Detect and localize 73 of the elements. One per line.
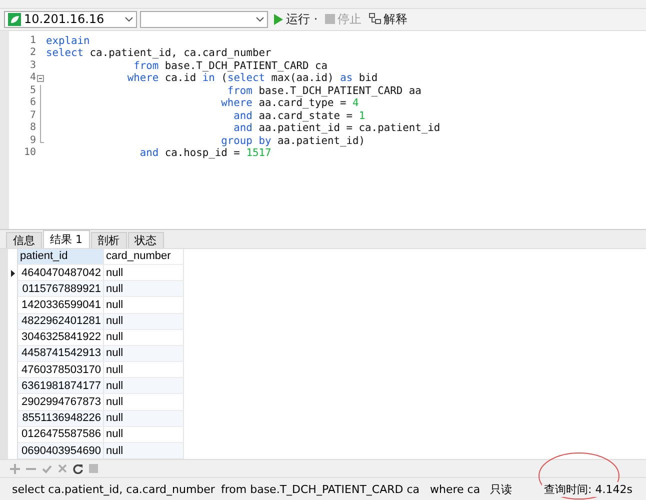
column-header[interactable]: patient_id [18, 248, 104, 265]
table-cell: null [104, 443, 184, 460]
result-tab[interactable]: 信息 [6, 232, 42, 248]
line-number: 7 [28, 110, 36, 122]
table-cell: 2902994767873 [18, 394, 104, 411]
close-icon[interactable] [58, 464, 67, 474]
check-icon[interactable] [42, 464, 52, 474]
status-text: from base.T_DCH_PATIENT_CARD ca [221, 482, 421, 496]
line-number: 2 [28, 47, 36, 60]
table-cell: null [104, 410, 184, 427]
table-cell: null [104, 346, 184, 362]
table-cell: 0126475587586 [18, 426, 104, 444]
code-line: and aa.patient_id = ca.patient_id [232, 122, 440, 135]
line-number: 8 [28, 122, 36, 135]
code-line: select ca.patient_id, ca.card_number [46, 47, 272, 60]
line-number: 9 [28, 134, 36, 148]
play-icon [273, 14, 283, 25]
table-cell: 8551136948226 [18, 410, 104, 427]
table-cell: 0690403954690 [18, 443, 104, 460]
connection-dropdown[interactable]: 10.201.16.16 [4, 10, 137, 28]
table-cell: 6361981874177 [18, 378, 104, 394]
current-row-icon [10, 270, 14, 277]
table-cell: 4640470487042 [18, 264, 104, 282]
refresh-icon[interactable] [73, 464, 83, 474]
line-number: 1 [28, 34, 36, 48]
table-cell: 0115767889921 [18, 281, 104, 298]
table-cell: 4458741542913 [18, 346, 104, 362]
table-cell: null [104, 426, 184, 444]
result-tab[interactable]: 结果 1 [43, 230, 90, 248]
table-cell: 4822962401281 [18, 314, 104, 330]
result-tab[interactable]: 状态 [128, 232, 164, 248]
code-line: and aa.card_state = 1 [232, 110, 366, 122]
table-cell: null [104, 330, 184, 346]
caret-icon [256, 16, 264, 22]
code-line: from base.T_DCH_PATIENT_CARD aa [226, 84, 422, 98]
line-number: 10 [22, 147, 36, 160]
explain-icon [368, 13, 381, 26]
code-line: from base.T_DCH_PATIENT_CARD ca [132, 60, 329, 72]
table-cell: null [104, 264, 184, 282]
table-cell: null [104, 314, 184, 330]
line-number: 3 [28, 60, 36, 72]
explain-button[interactable]: 解释 [366, 10, 410, 28]
line-number: 6 [28, 97, 36, 110]
table-cell: null [104, 378, 184, 394]
column-header[interactable]: card_number [104, 248, 184, 265]
stop-icon[interactable] [89, 464, 98, 474]
code-line: where ca.id in (select max(aa.id) as bid [126, 72, 379, 85]
run-button[interactable]: 运行 · [271, 10, 320, 28]
table-cell: null [104, 297, 184, 314]
fold-end [40, 134, 44, 143]
query-time: 查询时间: 4.142s [542, 482, 634, 497]
code-line: explain [46, 34, 91, 48]
table-cell: 4760378503170 [18, 362, 104, 378]
table-cell: 3046325841922 [18, 330, 104, 346]
database-dropdown[interactable] [140, 10, 268, 28]
table-cell: null [104, 362, 184, 378]
table-cell: 1420336599041 [18, 297, 104, 314]
line-number: 4 [28, 72, 36, 85]
code-line: and ca.hosp_id = 1517 [138, 147, 272, 160]
add-icon[interactable] [10, 464, 20, 474]
status-text: where ca [430, 482, 482, 496]
code-line: where aa.card_type = 4 [220, 97, 360, 110]
table-cell: null [104, 281, 184, 298]
code-line: group by aa.patient_id) [220, 134, 366, 148]
connection-icon [8, 12, 21, 26]
table-cell: null [104, 394, 184, 411]
mode-text: 只读 [490, 482, 513, 497]
result-tab[interactable]: 剖析 [90, 232, 126, 248]
status-text: select ca.patient_id, ca.card_number [12, 482, 216, 496]
line-number: 5 [28, 84, 36, 98]
caret-icon [125, 16, 133, 22]
fold-icon[interactable] [37, 75, 44, 82]
stop-icon [324, 14, 335, 24]
